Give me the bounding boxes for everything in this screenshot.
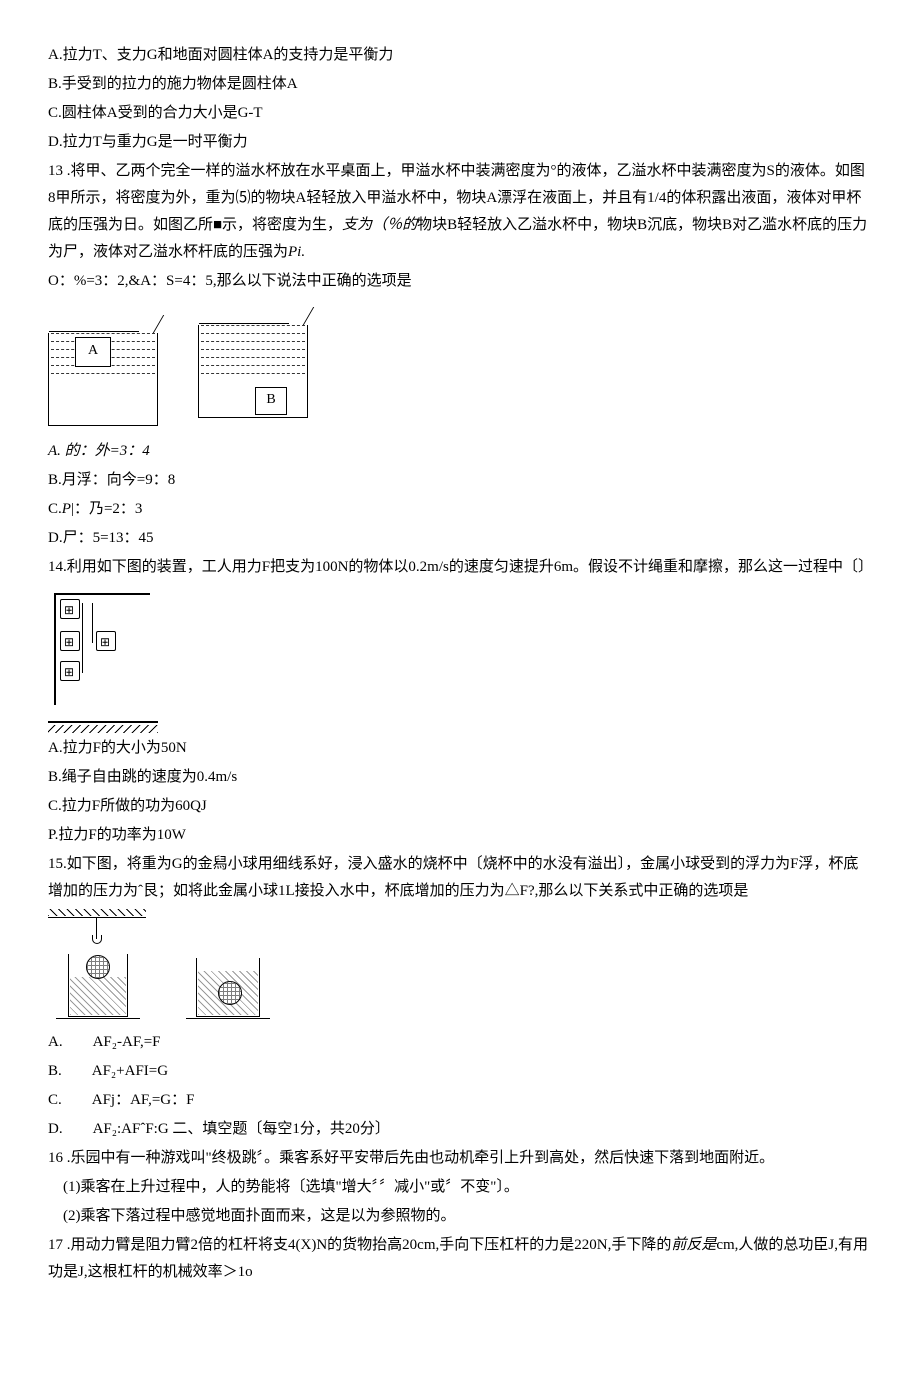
q13-option-d: D.尸：5=13：45 bbox=[48, 525, 872, 552]
q14-diagram: ⊞ ⊞ ⊞ ⊞ bbox=[48, 593, 158, 723]
q16-part1: (1)乘客在上升过程中，人的势能将〔选填"增大〞〞减小"或〞不变"〕。 bbox=[48, 1174, 872, 1201]
q12-option-d: D.拉力T与重力G是一时平衡力 bbox=[48, 129, 872, 156]
q17-stem: 17 .用动力臂是阻力臂2倍的杠杆将支4(X)N的货物抬高20cm,手向下压杠杆… bbox=[48, 1232, 872, 1286]
q14-option-b: B.绳子自由跳的速度为0.4m/s bbox=[48, 764, 872, 791]
q13-option-c: C.P|：乃=2：3 bbox=[48, 496, 872, 523]
block-b-label: B bbox=[255, 387, 287, 415]
hook-icon bbox=[92, 935, 102, 944]
q13-option-b: B.月浮：向今=9：8 bbox=[48, 467, 872, 494]
q12-option-c: C.圆柱体A受到的合力大小是G-T bbox=[48, 100, 872, 127]
q15-diagram bbox=[48, 917, 872, 1017]
q16-stem: 16 .乐园中有一种游戏叫"终极跳〞。乘客系好平安带后先由也动机牵引上升到高处，… bbox=[48, 1145, 872, 1172]
block-a-label: A bbox=[75, 337, 111, 367]
q14-option-a: A.拉力F的大小为50N bbox=[48, 735, 872, 762]
q13-stem-line2: O：%=3：2,&A：S=4：5,那么以下说法中正确的选项是 bbox=[48, 268, 872, 295]
q16-part2: (2)乘客下落过程中感觉地面扑面而来，这是以为参照物的。 bbox=[48, 1203, 872, 1230]
q14-option-d: P.拉力F的功率为10W bbox=[48, 822, 872, 849]
metal-ball-icon bbox=[86, 955, 110, 979]
q15-option-a: A. AF₂-AF,=F bbox=[48, 1029, 872, 1056]
q15-option-c: C. AFj：AF,=G：F bbox=[48, 1087, 872, 1114]
q13-option-a: A. 的：外=3：4 bbox=[48, 438, 872, 465]
q12-option-b: B.手受到的拉力的施力物体是圆柱体A bbox=[48, 71, 872, 98]
q12-option-a: A.拉力T、支力G和地面对圆柱体A的支持力是平衡力 bbox=[48, 42, 872, 69]
q15-option-d: D. AF₂:AFˆF:G 二、填空题〔每空1分，共20分〕 bbox=[48, 1116, 872, 1143]
q15-option-b: B. AF₂+AFI=G bbox=[48, 1058, 872, 1085]
q14-option-c: C.拉力F所做的功为60QJ bbox=[48, 793, 872, 820]
q14-stem: 14.利用如下图的装置，工人用力F把支为100N的物体以0.2m/s的速度匀速提… bbox=[48, 554, 872, 581]
q15-stem: 15.如下图，将重为G的金舄小球用细线系好，浸入盛水的烧杯中〔烧杯中的水没有溢出… bbox=[48, 851, 872, 905]
q13-stem: 13 .将甲、乙两个完全一样的溢水杯放在水平桌面上，甲溢水杯中装满密度为°的液体… bbox=[48, 158, 872, 266]
metal-ball-icon bbox=[218, 981, 242, 1005]
q13-diagram: A B bbox=[48, 307, 872, 426]
